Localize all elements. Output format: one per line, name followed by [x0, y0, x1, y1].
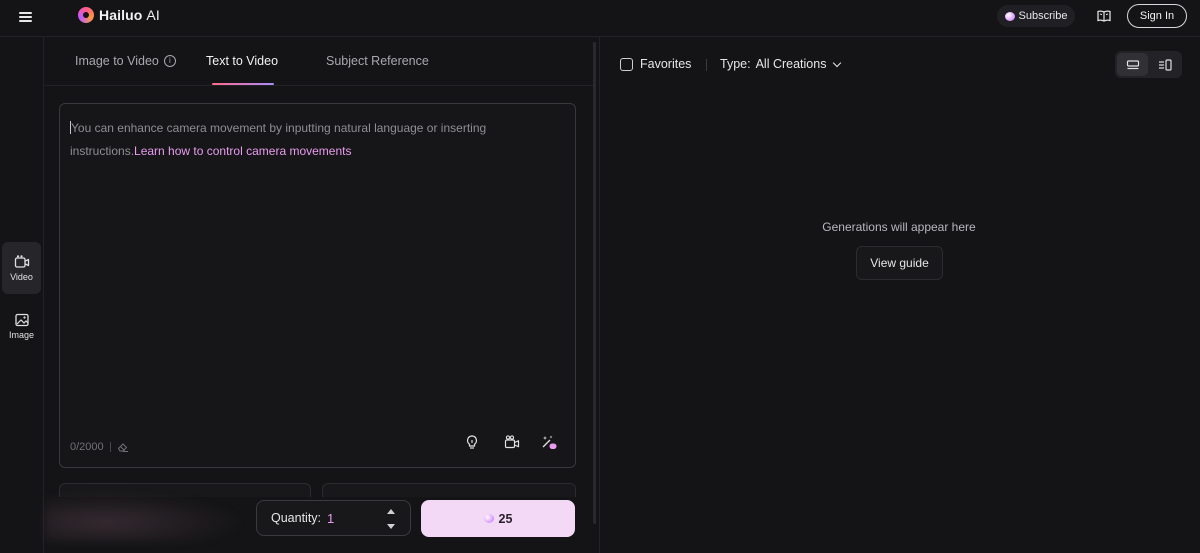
- rail-item-image[interactable]: Image: [2, 300, 41, 352]
- decrement-icon[interactable]: [387, 524, 395, 529]
- menu-icon[interactable]: [18, 9, 34, 25]
- generate-button[interactable]: 25: [421, 500, 575, 537]
- top-bar: Hailuo AI Subscribe Sign In: [0, 0, 1200, 37]
- view-mode-toggle: [1115, 51, 1182, 78]
- side-panel-view-button[interactable]: [1149, 53, 1180, 76]
- gem-icon: [483, 514, 494, 523]
- book-icon[interactable]: [1096, 8, 1112, 24]
- quantity-arrows[interactable]: [386, 509, 396, 529]
- type-value: All Creations: [755, 57, 827, 71]
- credit-cost: 25: [498, 511, 513, 526]
- prompt-placeholder[interactable]: You can enhance camera movement by input…: [70, 117, 550, 163]
- sign-in-button[interactable]: Sign In: [1127, 4, 1187, 28]
- quantity-stepper[interactable]: Quantity: 1: [256, 500, 411, 536]
- type-filter-dropdown[interactable]: Type: All Creations: [720, 57, 842, 71]
- favorites-filter[interactable]: Favorites: [620, 57, 691, 71]
- prompt-enhance-icon[interactable]: [541, 434, 557, 450]
- rail-item-video[interactable]: Video: [2, 242, 41, 294]
- favorites-label: Favorites: [640, 57, 692, 71]
- type-label: Type:: [720, 57, 751, 71]
- info-icon[interactable]: i: [163, 55, 176, 67]
- image-icon: [14, 313, 29, 327]
- divider: [706, 59, 707, 71]
- brand-logo[interactable]: Hailuo AI: [78, 7, 160, 23]
- side-panel-view-icon: [1158, 58, 1172, 71]
- subscribe-label: Subscribe: [1018, 10, 1068, 22]
- prompt-input[interactable]: You can enhance camera movement by input…: [59, 103, 576, 468]
- list-view-icon: [1126, 59, 1139, 69]
- blurred-preview: [45, 492, 245, 542]
- counter-value: 0/2000: [70, 441, 104, 453]
- rail-item-label: Image: [8, 330, 34, 340]
- brand-name: Hailuo AI: [99, 7, 160, 23]
- mode-tabs: Image to Video i Text to Video Subject R…: [45, 37, 593, 86]
- lightbulb-icon[interactable]: [464, 434, 480, 450]
- tab-subject-reference[interactable]: Subject Reference: [326, 54, 429, 68]
- results-panel: Favorites Type: All Creations Generation…: [599, 37, 1200, 553]
- chevron-down-icon: [833, 58, 842, 67]
- hailuo-logo-icon: [78, 7, 94, 23]
- view-guide-button[interactable]: View guide: [856, 246, 943, 280]
- gem-icon: [1004, 11, 1015, 21]
- tab-label: Subject Reference: [326, 54, 429, 68]
- quantity-value: 1: [327, 510, 335, 526]
- list-view-button[interactable]: [1117, 53, 1148, 76]
- favorites-checkbox[interactable]: [620, 57, 633, 71]
- active-tab-indicator: [212, 83, 274, 85]
- empty-state-message: Generations will appear here: [822, 220, 976, 234]
- tab-text-to-video[interactable]: Text to Video: [206, 54, 278, 68]
- tab-label: Text to Video: [206, 54, 279, 68]
- subscribe-button[interactable]: Subscribe: [997, 5, 1075, 27]
- eraser-icon[interactable]: [117, 441, 129, 453]
- left-rail: Video Image: [0, 37, 44, 553]
- settings-card[interactable]: [322, 483, 576, 497]
- creation-panel: Image to Video i Text to Video Subject R…: [45, 37, 593, 553]
- camera-movement-guide-link[interactable]: Learn how to control camera movements: [134, 144, 351, 158]
- divider: [109, 442, 111, 452]
- camera-movement-icon[interactable]: [504, 434, 520, 450]
- character-counter: 0/2000: [70, 441, 129, 453]
- tab-label: Image to Video: [75, 54, 159, 68]
- rail-item-label: Video: [10, 272, 33, 282]
- panel-scrollbar[interactable]: [593, 42, 596, 524]
- tab-image-to-video[interactable]: Image to Video i: [75, 54, 176, 68]
- video-icon: [14, 255, 29, 268]
- increment-icon[interactable]: [387, 509, 395, 514]
- quantity-label: Quantity:: [271, 511, 322, 525]
- brand-name-suffix: AI: [146, 7, 160, 23]
- brand-name-main: Hailuo: [99, 7, 143, 23]
